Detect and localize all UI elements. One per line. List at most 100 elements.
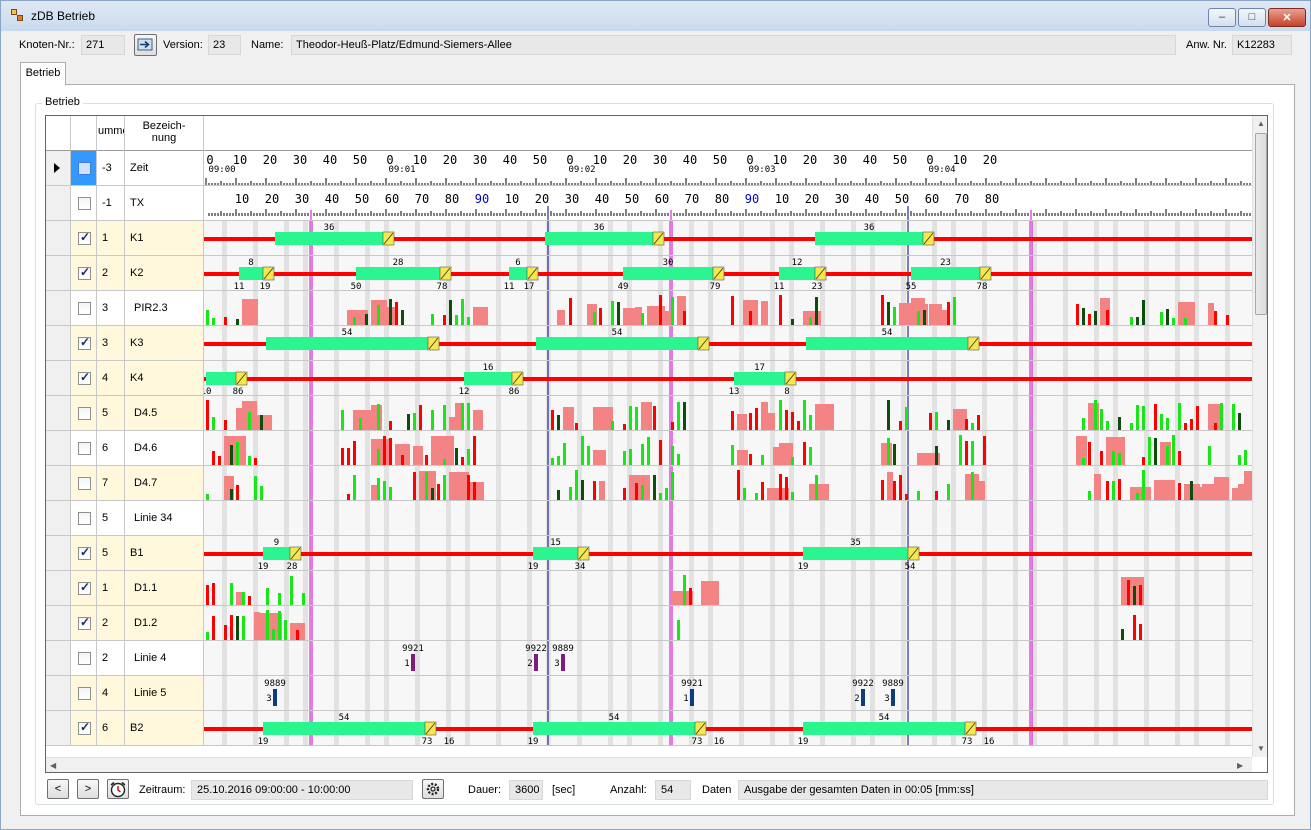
row-number: 2 (97, 641, 125, 676)
row-checkbox[interactable] (78, 545, 91, 560)
dauer-field[interactable]: 3600 (509, 780, 543, 800)
row-checkbox-cell[interactable] (71, 711, 97, 746)
tab-betrieb[interactable]: Betrieb (20, 62, 66, 85)
row-selector[interactable] (46, 256, 71, 291)
name-field[interactable]: Theodor-Heuß-Platz/Edmund-Siemers-Allee (291, 35, 1176, 55)
row-checkbox[interactable] (78, 652, 91, 665)
row-selector[interactable] (46, 396, 71, 431)
row-checkbox[interactable] (78, 197, 91, 210)
row-checkbox[interactable] (78, 230, 91, 245)
scroll-up-arrow[interactable]: ▲ (1257, 119, 1265, 128)
row-selector[interactable] (46, 676, 71, 711)
grid-row-k1[interactable]: 1K1 36 36 36 (46, 221, 1252, 256)
grid-row-linie-5[interactable]: 4 Linie 5 9889 3 9921 1 9922 2 9889 3 (46, 676, 1252, 711)
grid-row-b2[interactable]: 6B2 54 54 54 19 73 16 19 73 16 19 73 16 (46, 711, 1252, 746)
row-checkbox[interactable] (78, 512, 91, 525)
minimize-button[interactable]: – (1208, 8, 1236, 27)
row-selector[interactable] (46, 431, 71, 466)
row-checkbox-cell[interactable] (71, 431, 97, 466)
row-checkbox-cell[interactable] (71, 151, 97, 186)
row-checkbox-cell[interactable] (71, 571, 97, 606)
row-selector[interactable] (46, 326, 71, 361)
row-selector[interactable] (46, 291, 71, 326)
detector-bar (791, 457, 794, 465)
row-selector[interactable] (46, 361, 71, 396)
clock-button[interactable] (107, 779, 129, 799)
grid-row-d4-5[interactable]: 5 D4.5 (46, 396, 1252, 431)
row-checkbox[interactable] (78, 687, 91, 700)
row-checkbox[interactable] (78, 720, 91, 735)
row-checkbox-cell[interactable] (71, 501, 97, 536)
grid-row-b1[interactable]: 5B1 9 15 35 19 28 19 34 19 54 (46, 536, 1252, 571)
row-checkbox[interactable] (78, 615, 91, 630)
horizontal-scrollbar[interactable]: ◀ ▶ (46, 757, 1252, 772)
grid-row-linie-4[interactable]: 2 Linie 4 9921 1 9922 2 9889 3 (46, 641, 1252, 676)
grid-row-linie-34[interactable]: 5 Linie 34 (46, 501, 1252, 536)
next-button[interactable]: > (77, 779, 99, 799)
row-checkbox-cell[interactable] (71, 536, 97, 571)
row-checkbox-cell[interactable] (71, 396, 97, 431)
row-checkbox-cell[interactable] (71, 186, 97, 221)
row-checkbox-cell[interactable] (71, 361, 97, 396)
timeline-grid[interactable]: umme Bezeich- nung -3Zeit010203040500102… (45, 115, 1268, 773)
scroll-left-arrow[interactable]: ◀ (50, 761, 56, 770)
col-header-nummer[interactable]: umme (97, 116, 125, 151)
maximize-button[interactable]: □ (1238, 8, 1266, 27)
row-checkbox[interactable] (78, 442, 91, 455)
grid-row-pir2-3[interactable]: 3 PIR2.3 (46, 291, 1252, 326)
row-selector[interactable] (46, 221, 71, 256)
version-field[interactable]: 23 (208, 35, 241, 55)
row-selector[interactable] (46, 571, 71, 606)
settings-button[interactable] (422, 779, 444, 799)
row-selector[interactable] (46, 711, 71, 746)
row-checkbox-cell[interactable] (71, 641, 97, 676)
grid-row-zeit[interactable]: -3 Zeit 0 10 20 30 40 50 0 10 20 30 40 50 0 10 20 30 40 50 0… (46, 151, 1252, 186)
daten-field[interactable]: Ausgabe der gesamten Daten in 00:05 [mm:… (738, 780, 1268, 800)
row-checkbox[interactable] (78, 335, 91, 350)
row-checkbox[interactable] (78, 162, 91, 175)
goto-button[interactable] (134, 34, 157, 56)
grid-row-tx[interactable]: -1 TX 10 20 30 40 50 60 70 80 90 10 20 30 40 50 60 70 80 90… (46, 186, 1252, 221)
grid-row-k2[interactable]: 2K2 8 28 6 30 12 23 11 19 50 78 11 17 49 79 11 23 55 78 (46, 256, 1252, 291)
row-checkbox-cell[interactable] (71, 326, 97, 361)
row-checkbox[interactable] (78, 580, 91, 595)
scroll-right-arrow[interactable]: ▶ (1237, 761, 1243, 770)
close-button[interactable]: ✕ (1268, 8, 1306, 27)
grid-row-d4-7[interactable]: 7 D4.7 (46, 466, 1252, 501)
grid-row-d1-2[interactable]: 2D1.2 (46, 606, 1252, 641)
row-checkbox-cell[interactable] (71, 676, 97, 711)
col-header-bezeichnung[interactable]: Bezeich- nung (125, 116, 204, 151)
row-selector[interactable] (46, 151, 71, 186)
row-checkbox-cell[interactable] (71, 256, 97, 291)
row-selector[interactable] (46, 641, 71, 676)
guide-band (465, 641, 470, 675)
row-checkbox-cell[interactable] (71, 221, 97, 256)
detector-bar (1121, 629, 1124, 640)
grid-row-d1-1[interactable]: 1D1.1 (46, 571, 1252, 606)
row-checkbox[interactable] (78, 302, 91, 315)
anzahl-field[interactable]: 54 (655, 780, 691, 800)
row-checkbox[interactable] (78, 477, 91, 490)
row-checkbox[interactable] (78, 407, 91, 420)
row-selector[interactable] (46, 501, 71, 536)
grid-row-k3[interactable]: 3K3 54 54 54 (46, 326, 1252, 361)
row-checkbox[interactable] (78, 265, 91, 280)
row-checkbox[interactable] (78, 370, 91, 385)
row-checkbox-cell[interactable] (71, 291, 97, 326)
row-selector[interactable] (46, 606, 71, 641)
zeitraum-field[interactable]: 25.10.2016 09:00:00 - 10:00:00 (191, 780, 413, 800)
row-checkbox-cell[interactable] (71, 606, 97, 641)
grid-row-k4[interactable]: 4K4 16 17 10 86 12 86 13 8 (46, 361, 1252, 396)
row-selector[interactable] (46, 466, 71, 501)
prev-button[interactable]: < (47, 779, 69, 799)
anw-field[interactable]: K12283 (1232, 35, 1292, 55)
grid-row-d4-6[interactable]: 6 D4.6 (46, 431, 1252, 466)
row-selector[interactable] (46, 536, 71, 571)
vertical-scrollbar[interactable]: ▲ ▼ (1252, 116, 1267, 757)
scroll-down-arrow[interactable]: ▼ (1257, 744, 1265, 753)
vertical-scroll-thumb[interactable] (1255, 133, 1267, 315)
col-header-check[interactable] (71, 116, 97, 151)
row-selector[interactable] (46, 186, 71, 221)
knoten-field[interactable]: 271 (81, 35, 125, 55)
row-checkbox-cell[interactable] (71, 466, 97, 501)
